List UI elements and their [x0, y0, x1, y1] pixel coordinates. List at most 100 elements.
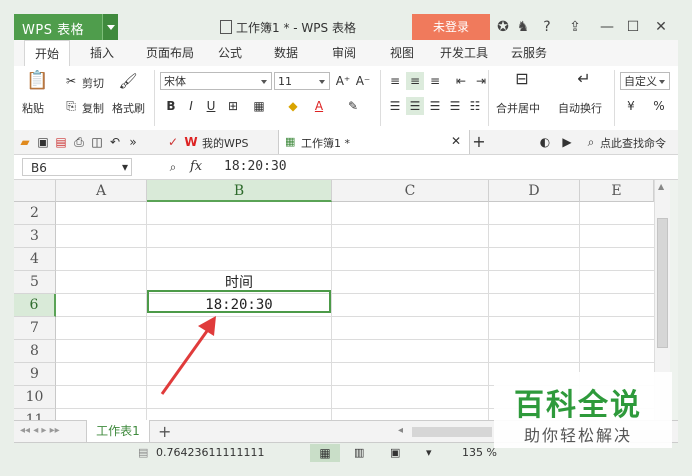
- skin-icon[interactable]: ✪: [494, 14, 512, 40]
- tab-data[interactable]: 数据: [266, 40, 306, 66]
- reading-mode-icon[interactable]: ▾: [426, 446, 432, 459]
- scroll-up-icon[interactable]: ▲: [658, 182, 664, 191]
- close-icon[interactable]: ✕: [652, 14, 670, 40]
- tab-developer[interactable]: 开发工具: [434, 40, 494, 66]
- horizontal-scroll-thumb[interactable]: [412, 427, 492, 437]
- row-header-9[interactable]: 9: [14, 363, 56, 386]
- merge-cells-icon[interactable]: ⊟: [510, 70, 534, 92]
- font-name-select[interactable]: 宋体: [160, 72, 272, 90]
- login-button[interactable]: 未登录: [412, 14, 490, 40]
- scroll-thumb[interactable]: [657, 218, 668, 348]
- row-header-8[interactable]: 8: [14, 340, 56, 363]
- underline-button[interactable]: U: [202, 97, 220, 115]
- indent-decrease-icon[interactable]: ⇤: [452, 72, 470, 90]
- app-menu-button[interactable]: WPS 表格: [14, 14, 118, 40]
- formula-input[interactable]: 18:20:30: [224, 159, 287, 174]
- row-header-3[interactable]: 3: [14, 225, 56, 248]
- paste-icon[interactable]: 📋: [26, 72, 48, 94]
- hscroll-left-icon[interactable]: ◂: [398, 425, 403, 436]
- copy-icon[interactable]: ⎘: [62, 97, 80, 115]
- italic-button[interactable]: I: [182, 97, 200, 115]
- sheet-tab[interactable]: 工作表1: [86, 420, 150, 443]
- cloud-sync-icon[interactable]: ◐: [536, 133, 554, 151]
- maximize-icon[interactable]: ☐: [624, 14, 642, 40]
- justify-icon[interactable]: ☰: [446, 97, 464, 115]
- shirt-icon[interactable]: ♞: [514, 14, 532, 40]
- row-header-6[interactable]: 6: [14, 294, 56, 317]
- align-left-icon[interactable]: ☰: [386, 97, 404, 115]
- row-header-4[interactable]: 4: [14, 248, 56, 271]
- fx-icon[interactable]: fx: [190, 159, 202, 174]
- format-painter-icon[interactable]: 🖌: [118, 72, 138, 92]
- wrap-text-button[interactable]: 自动换行: [558, 100, 602, 116]
- column-header-c[interactable]: C: [332, 180, 489, 202]
- column-header-e[interactable]: E: [580, 180, 654, 202]
- command-search[interactable]: 点此查找命令: [600, 135, 666, 151]
- restore-ribbon-icon[interactable]: ⇪: [566, 14, 584, 40]
- zoom-icon[interactable]: ⌕: [164, 158, 182, 176]
- document-tab[interactable]: ▦ 工作簿1 * ✕: [278, 130, 470, 154]
- page-break-view-icon[interactable]: ▥: [354, 446, 364, 459]
- distributed-icon[interactable]: ☷: [466, 97, 484, 115]
- close-tab-icon[interactable]: ✕: [451, 134, 461, 148]
- borders-icon[interactable]: ⊞: [224, 97, 242, 115]
- export-pdf-icon[interactable]: ▤: [52, 133, 70, 151]
- select-all-corner[interactable]: [14, 180, 56, 202]
- currency-icon[interactable]: ¥: [622, 97, 640, 115]
- column-header-b[interactable]: B: [147, 180, 332, 202]
- column-header-d[interactable]: D: [489, 180, 580, 202]
- sheet-nav-icon[interactable]: ◂◂ ◂ ▸ ▸▸: [20, 425, 60, 436]
- scissors-icon[interactable]: ✂: [62, 72, 80, 90]
- new-tab-icon[interactable]: +: [470, 133, 488, 151]
- copy-button[interactable]: 复制: [82, 100, 104, 116]
- row-header-2[interactable]: 2: [14, 202, 56, 225]
- decrease-font-icon[interactable]: A⁻: [354, 72, 372, 90]
- clear-format-icon[interactable]: ✎: [344, 97, 362, 115]
- row-header-7[interactable]: 7: [14, 317, 56, 340]
- wrap-text-icon[interactable]: ↵: [572, 70, 596, 92]
- tab-insert[interactable]: 插入: [80, 40, 124, 66]
- zoom-level[interactable]: 135 %: [462, 446, 497, 459]
- my-wps-tab[interactable]: 我的WPS: [202, 135, 249, 151]
- format-painter-button[interactable]: 格式刷: [112, 100, 145, 116]
- chevron-down-icon[interactable]: [102, 14, 118, 40]
- print-icon[interactable]: ⎙: [70, 133, 88, 151]
- align-top-icon[interactable]: ≡: [386, 72, 404, 90]
- percent-button[interactable]: %: [650, 97, 668, 115]
- column-header-a[interactable]: A: [56, 180, 147, 202]
- share-icon[interactable]: ▶: [558, 133, 576, 151]
- row-header-10[interactable]: 10: [14, 386, 56, 409]
- fill-color-icon[interactable]: ◆: [284, 97, 302, 115]
- page-layout-view-icon[interactable]: ▣: [390, 446, 400, 459]
- align-bottom-icon[interactable]: ≡: [426, 72, 444, 90]
- align-right-icon[interactable]: ☰: [426, 97, 444, 115]
- fill-pattern-icon[interactable]: ▦: [250, 97, 268, 115]
- print-preview-icon[interactable]: ◫: [88, 133, 106, 151]
- save-icon[interactable]: ▣: [34, 133, 52, 151]
- tab-home[interactable]: 开始: [24, 40, 70, 68]
- row-header-11[interactable]: 11: [14, 409, 56, 420]
- tab-view[interactable]: 视图: [382, 40, 422, 66]
- cut-button[interactable]: 剪切: [82, 75, 104, 91]
- open-folder-icon[interactable]: ▰: [16, 133, 34, 151]
- undo-icon[interactable]: ↶: [106, 133, 124, 151]
- search-icon[interactable]: ⌕: [582, 133, 600, 151]
- redo-icon[interactable]: »: [124, 133, 142, 151]
- bold-button[interactable]: B: [162, 97, 180, 115]
- row-header-5[interactable]: 5: [14, 271, 56, 294]
- chevron-down-icon[interactable]: ▾: [116, 158, 134, 176]
- align-middle-icon[interactable]: ≡: [406, 72, 424, 90]
- minimize-icon[interactable]: —: [598, 14, 616, 40]
- normal-view-icon[interactable]: ▦: [310, 444, 340, 462]
- font-size-select[interactable]: 11: [274, 72, 330, 90]
- paste-button[interactable]: 粘贴: [22, 100, 44, 116]
- number-format-select[interactable]: 自定义: [620, 72, 670, 90]
- tab-page-layout[interactable]: 页面布局: [138, 40, 202, 66]
- tab-review[interactable]: 审阅: [324, 40, 364, 66]
- tab-formulas[interactable]: 公式: [210, 40, 250, 66]
- add-sheet-icon[interactable]: +: [158, 422, 171, 441]
- align-center-icon[interactable]: ☰: [406, 97, 424, 115]
- font-color-icon[interactable]: A: [310, 97, 328, 115]
- help-icon[interactable]: ?: [538, 14, 556, 40]
- cell-b5[interactable]: 时间: [147, 272, 331, 292]
